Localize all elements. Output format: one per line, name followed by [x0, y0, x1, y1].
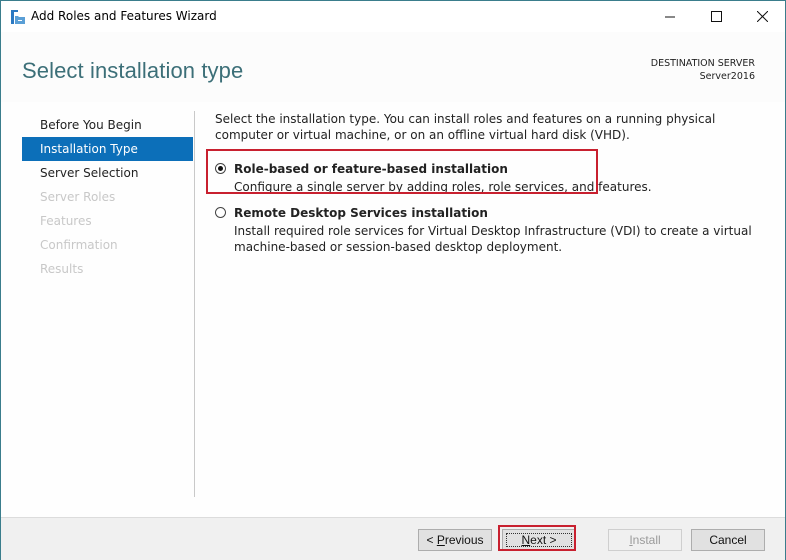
option-remote-desktop-title[interactable]: Remote Desktop Services installation	[234, 206, 775, 221]
previous-accel: P	[436, 533, 445, 547]
step-server-selection[interactable]: Server Selection	[22, 161, 193, 185]
step-installation-type[interactable]: Installation Type	[22, 137, 193, 161]
wizard-footer: < Previous Next > Install Cancel	[1, 517, 785, 560]
destination-server-name: Server2016	[699, 71, 755, 82]
radio-remote-desktop[interactable]	[215, 207, 226, 218]
title-bar[interactable]: Add Roles and Features Wizard	[1, 1, 785, 32]
destination-server-label: DESTINATION SERVER	[650, 58, 755, 69]
sidebar-divider	[194, 111, 195, 497]
previous-rest: revious	[444, 533, 484, 547]
close-button[interactable]	[739, 1, 785, 32]
page-title: Select installation type	[22, 58, 244, 83]
previous-button[interactable]: < Previous	[418, 529, 492, 551]
option-remote-desktop-description: Install required role services for Virtu…	[234, 224, 752, 254]
intro-text: Select the installation type. You can in…	[215, 112, 716, 142]
wizard-steps-nav: Before You Begin Installation Type Serve…	[22, 113, 193, 281]
maximize-button[interactable]	[693, 1, 739, 32]
step-before-you-begin[interactable]: Before You Begin	[22, 113, 193, 137]
minimize-button[interactable]	[647, 1, 693, 32]
maximize-icon	[710, 7, 722, 26]
role-based-highlight-box	[206, 149, 598, 194]
install-button: Install	[608, 529, 682, 551]
step-results: Results	[40, 262, 84, 276]
step-confirmation: Confirmation	[40, 238, 118, 252]
option-remote-desktop[interactable]: Remote Desktop Services installation Ins…	[215, 206, 775, 255]
install-rest: nstall	[632, 533, 661, 547]
previous-prefix: <	[426, 533, 437, 547]
step-features: Features	[40, 214, 92, 228]
cancel-button[interactable]: Cancel	[691, 529, 765, 551]
next-highlight-box	[498, 525, 576, 551]
wizard-header: Select installation type DESTINATION SER…	[1, 32, 785, 102]
close-icon	[756, 7, 768, 26]
minimize-icon	[664, 7, 676, 26]
server-manager-icon	[11, 9, 25, 24]
wizard-window: Add Roles and Features Wizard Select ins…	[0, 0, 786, 560]
window-title: Add Roles and Features Wizard	[31, 9, 217, 23]
step-server-roles: Server Roles	[40, 190, 116, 204]
